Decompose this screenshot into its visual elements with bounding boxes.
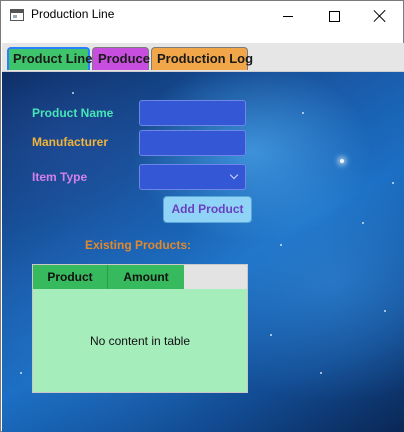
- table-empty-placeholder: No content in table: [89, 333, 191, 348]
- column-header-amount[interactable]: Amount: [108, 265, 184, 289]
- manufacturer-input[interactable]: [139, 130, 246, 156]
- tab-product-line[interactable]: Product Line: [7, 47, 92, 70]
- maximize-icon: [328, 10, 340, 22]
- background-star: [302, 112, 304, 114]
- background-star: [72, 92, 74, 94]
- background-star: [280, 244, 282, 246]
- background-star: [384, 310, 386, 312]
- item-type-label: Item Type: [32, 170, 88, 184]
- minimize-icon: [283, 15, 293, 17]
- tab-bar: Product Line Produce Production Log: [2, 43, 404, 72]
- background-star: [362, 222, 364, 224]
- window-title: Production Line: [31, 7, 115, 21]
- manufacturer-label: Manufacturer: [32, 135, 109, 149]
- close-icon: [373, 9, 387, 23]
- close-button[interactable]: [357, 1, 403, 31]
- background-star: [392, 182, 394, 184]
- title-bar[interactable]: Production Line: [1, 1, 403, 31]
- tab-produce[interactable]: Produce: [92, 47, 150, 70]
- column-header-product[interactable]: Product: [33, 265, 108, 289]
- add-product-button[interactable]: Add Product: [163, 196, 252, 223]
- existing-products-table[interactable]: Product Amount No content in table: [32, 264, 248, 393]
- product-name-input[interactable]: [139, 100, 246, 126]
- tab-production-log[interactable]: Production Log: [151, 47, 253, 70]
- background-star: [20, 372, 22, 374]
- app-window: Production Line Product Line Produce Pro…: [0, 0, 404, 432]
- minimize-button[interactable]: [265, 1, 311, 31]
- window-app-icon: [10, 9, 24, 21]
- background-star: [270, 334, 272, 336]
- table-header: Product Amount: [33, 265, 247, 289]
- maximize-button[interactable]: [311, 1, 357, 31]
- existing-products-label: Existing Products:: [85, 238, 192, 252]
- chevron-down-icon: [229, 170, 239, 180]
- product-line-panel: Product Name Manufacturer Item Type Add …: [2, 72, 404, 432]
- background-star: [340, 159, 344, 163]
- product-name-label: Product Name: [32, 106, 114, 120]
- background-star: [320, 372, 322, 374]
- item-type-select[interactable]: [139, 164, 246, 190]
